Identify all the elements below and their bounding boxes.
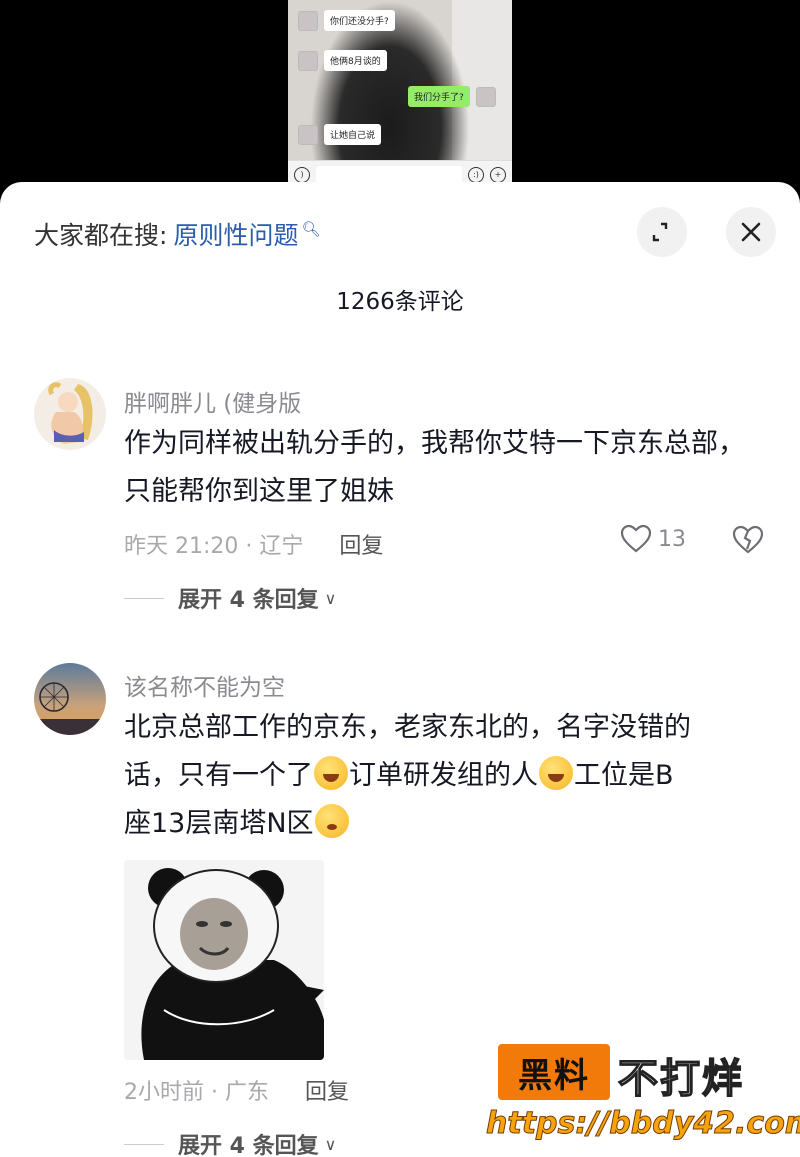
chat-message: 你们还没分手? bbox=[298, 10, 395, 31]
comment-text-span: 座13层南塔N区 bbox=[124, 808, 314, 839]
comment-meta: 2小时前 · 广东 回复 bbox=[124, 1074, 349, 1106]
search-suggestion[interactable]: 大家都在搜: 原则性问题 🔍︎ bbox=[34, 216, 321, 252]
comment-image[interactable] bbox=[124, 860, 324, 1060]
watermark: 黑料 不打烊 https://bbdy42.com bbox=[485, 1044, 800, 1152]
comment-text: 作为同样被出轨分手的，我帮你艾特一下京东总部，只能帮你到这里了姐妹 bbox=[124, 428, 745, 507]
watermark-url: https://bbdy42.com bbox=[485, 1106, 800, 1142]
reply-button[interactable]: 回复 bbox=[305, 1074, 349, 1106]
reply-button[interactable]: 回复 bbox=[339, 528, 383, 560]
comment-text-line: 话，只有一个了 订单研发组的人 工位是B bbox=[124, 752, 764, 800]
avatar[interactable] bbox=[34, 378, 106, 450]
comment-username[interactable]: 该名称不能为空 bbox=[124, 668, 285, 702]
avatar bbox=[298, 50, 318, 71]
close-icon bbox=[741, 222, 761, 242]
comment-text-span: 工位是B bbox=[574, 760, 674, 791]
laughing-crying-emoji-icon bbox=[314, 756, 348, 790]
chat-message: 他俩8月谈的 bbox=[298, 50, 387, 71]
comment-username[interactable]: 胖啊胖儿 (健身版 bbox=[124, 384, 301, 418]
chat-bubble: 让她自己说 bbox=[324, 124, 382, 145]
comment-text-span: 订单研发组的人 bbox=[349, 760, 538, 791]
plus-icon: + bbox=[490, 166, 506, 183]
chat-message: 让她自己说 bbox=[298, 124, 382, 145]
search-prefix: 大家都在搜: bbox=[34, 221, 168, 250]
expand-replies-label: 展开 4 条回复 bbox=[178, 588, 319, 613]
heart-icon bbox=[620, 524, 652, 553]
comment-text-line: 座13层南塔N区 bbox=[124, 800, 764, 848]
thinking-emoji-icon bbox=[314, 804, 349, 838]
chat-bubble: 我们分手了? bbox=[408, 86, 470, 107]
comment-text-span: 话，只有一个了 bbox=[124, 760, 313, 791]
comment-text-line: 北京总部工作的京东，老家东北的，名字没错的 bbox=[124, 712, 691, 743]
chat-bubble: 他俩8月谈的 bbox=[324, 50, 387, 71]
video-player[interactable]: 你们还没分手? 他俩8月谈的 我们分手了? 让她自己说 ) :) + bbox=[0, 0, 800, 200]
broken-heart-icon bbox=[732, 525, 764, 554]
search-keyword[interactable]: 原则性问题 bbox=[173, 216, 298, 252]
chat-input-field bbox=[316, 165, 462, 184]
divider bbox=[124, 1143, 164, 1145]
avatar bbox=[298, 10, 318, 31]
like-button[interactable]: 13 bbox=[620, 524, 686, 554]
voice-icon: ) bbox=[294, 166, 310, 183]
dislike-button[interactable] bbox=[732, 525, 764, 559]
expand-replies-label: 展开 4 条回复 bbox=[178, 1134, 319, 1157]
avatar bbox=[298, 124, 318, 145]
chat-message: 我们分手了? bbox=[408, 86, 496, 107]
emoji-icon: :) bbox=[468, 166, 484, 183]
divider bbox=[124, 597, 164, 599]
panda-meme-image bbox=[124, 860, 324, 1060]
comment-time-location: 2小时前 · 广东 bbox=[124, 1080, 269, 1105]
avatar bbox=[475, 86, 496, 107]
expand-replies-button[interactable]: 展开 4 条回复 ∨ bbox=[124, 582, 336, 614]
watermark-badge: 黑料 bbox=[498, 1044, 610, 1100]
comment-text: 北京总部工作的京东，老家东北的，名字没错的 话，只有一个了 订单研发组的人 工位是B… bbox=[124, 704, 764, 848]
comment-sheet: 大家都在搜: 原则性问题 🔍︎ 1266条评论 胖啊胖儿 (健身版 作为同样被出… bbox=[0, 182, 800, 1157]
watermark-title: 不打烊 bbox=[617, 1055, 744, 1103]
expand-icon bbox=[652, 222, 668, 242]
laughing-crying-emoji-icon bbox=[539, 756, 573, 790]
comment-meta: 昨天 21:20 · 辽宁 回复 bbox=[124, 528, 383, 560]
comment-count: 1266条评论 bbox=[336, 289, 464, 315]
expand-button[interactable] bbox=[637, 207, 687, 257]
search-icon: 🔍︎ bbox=[301, 220, 321, 238]
like-count: 13 bbox=[658, 526, 686, 552]
expand-replies-button[interactable]: 展开 4 条回复 ∨ bbox=[124, 1128, 336, 1157]
comment-time-location: 昨天 21:20 · 辽宁 bbox=[124, 534, 304, 559]
chevron-down-icon: ∨ bbox=[324, 1134, 337, 1154]
chat-bubble: 你们还没分手? bbox=[324, 10, 395, 31]
close-button[interactable] bbox=[726, 207, 776, 257]
video-frame: 你们还没分手? 他俩8月谈的 我们分手了? 让她自己说 ) :) + bbox=[288, 0, 512, 188]
chevron-down-icon: ∨ bbox=[324, 588, 337, 608]
avatar[interactable] bbox=[34, 663, 106, 735]
